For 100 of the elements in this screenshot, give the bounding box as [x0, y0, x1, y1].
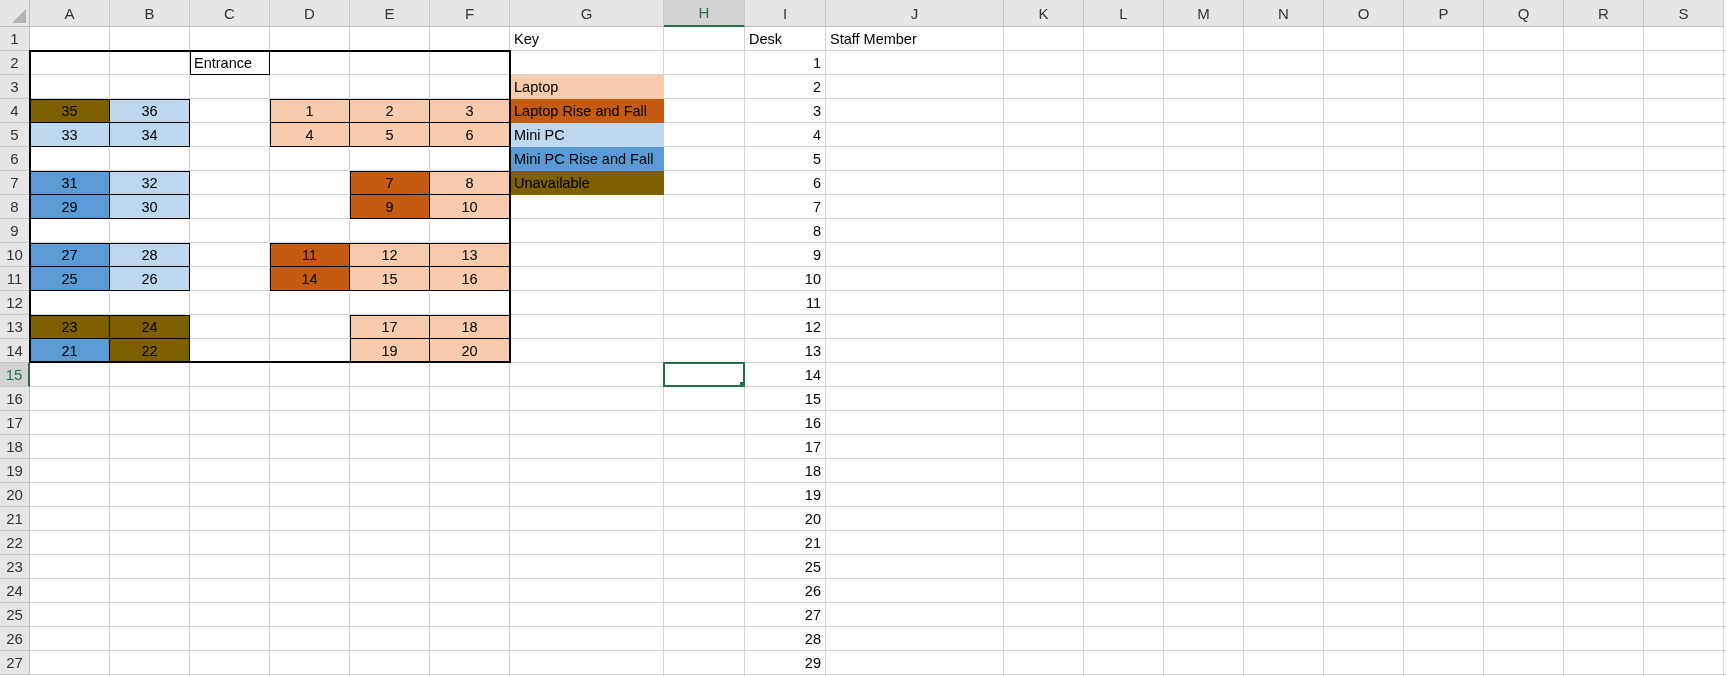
row-header[interactable]: 26	[0, 627, 30, 651]
desk-cell: 10	[430, 195, 510, 219]
desk-cell: 24	[110, 315, 190, 339]
active-cell[interactable]	[663, 362, 745, 387]
column-header[interactable]: P	[1404, 0, 1484, 27]
row-header[interactable]: 23	[0, 555, 30, 579]
table-cell-text: 7	[811, 197, 822, 217]
row-header[interactable]: 9	[0, 219, 30, 243]
column-header[interactable]: I	[745, 0, 826, 27]
desk-cell: 1	[270, 99, 350, 123]
desk-cell: 13	[430, 243, 510, 267]
desk-cell: 32	[110, 171, 190, 195]
row-header[interactable]: 21	[0, 507, 30, 531]
key-item: Mini PC	[510, 123, 664, 147]
row-header[interactable]: 5	[0, 123, 30, 147]
row-header[interactable]: 17	[0, 411, 30, 435]
row-header[interactable]: 15	[0, 363, 30, 387]
desk-cell: 30	[110, 195, 190, 219]
row-header[interactable]: 7	[0, 171, 30, 195]
desk-cell: 27	[30, 243, 110, 267]
row-header[interactable]: 22	[0, 531, 30, 555]
table-cell-text: 6	[811, 173, 822, 193]
column-header[interactable]: B	[110, 0, 190, 27]
table-cell-text: 4	[811, 125, 822, 145]
column-header[interactable]: G	[510, 0, 664, 27]
table-cell-text: Desk	[748, 29, 784, 49]
row-header[interactable]: 10	[0, 243, 30, 267]
column-header[interactable]: M	[1164, 0, 1244, 27]
key-item: Mini PC Rise and Fall	[510, 147, 664, 171]
row-header[interactable]: 12	[0, 291, 30, 315]
desk-cell: 15	[350, 267, 430, 291]
desk-cell: 25	[30, 267, 110, 291]
row-header[interactable]: 4	[0, 99, 30, 123]
row-header[interactable]: 14	[0, 339, 30, 363]
table-cell-text: 18	[803, 461, 822, 481]
desk-cell: 14	[270, 267, 350, 291]
row-header[interactable]: 2	[0, 51, 30, 75]
column-header[interactable]: R	[1564, 0, 1644, 27]
desk-cell: 11	[270, 243, 350, 267]
column-header[interactable]: C	[190, 0, 270, 27]
desk-cell: 23	[30, 315, 110, 339]
desk-cell: 33	[30, 123, 110, 147]
row-header[interactable]: 20	[0, 483, 30, 507]
table-cell-text: 3	[811, 101, 822, 121]
key-item: Unavailable	[510, 171, 664, 195]
table-cell-text: 13	[803, 341, 822, 361]
desk-cell: 7	[350, 171, 430, 195]
column-header[interactable]: J	[826, 0, 1004, 27]
table-cell-text: 28	[803, 629, 822, 649]
table-cell-text: Key	[513, 29, 540, 49]
table-cell-text: 21	[803, 533, 822, 553]
table-cell-text: 12	[803, 317, 822, 337]
column-header[interactable]: F	[430, 0, 510, 27]
desk-cell: 34	[110, 123, 190, 147]
column-header[interactable]: E	[350, 0, 430, 27]
desk-cell: 3	[430, 99, 510, 123]
column-header[interactable]: A	[30, 0, 110, 27]
column-header[interactable]: K	[1004, 0, 1084, 27]
desk-cell: 17	[350, 315, 430, 339]
table-cell-text: 16	[803, 413, 822, 433]
row-header[interactable]: 16	[0, 387, 30, 411]
column-header[interactable]: Q	[1484, 0, 1564, 27]
row-header[interactable]: 6	[0, 147, 30, 171]
table-cell-text: 29	[803, 653, 822, 673]
desk-cell: 12	[350, 243, 430, 267]
desk-cell: 16	[430, 267, 510, 291]
desk-cell: 36	[110, 99, 190, 123]
desk-cell: 28	[110, 243, 190, 267]
column-header[interactable]: O	[1324, 0, 1404, 27]
column-header[interactable]: H	[664, 0, 745, 27]
table-cell-text: 20	[803, 509, 822, 529]
table-cell-text: 15	[803, 389, 822, 409]
desk-cell: 18	[430, 315, 510, 339]
column-header[interactable]: D	[270, 0, 350, 27]
column-header[interactable]: N	[1244, 0, 1324, 27]
entrance-label: Entrance	[190, 51, 270, 75]
desk-cell: 31	[30, 171, 110, 195]
table-cell-text: 1	[811, 53, 822, 73]
table-cell-text: 5	[811, 149, 822, 169]
row-header[interactable]: 1	[0, 27, 30, 51]
row-header[interactable]: 11	[0, 267, 30, 291]
row-header[interactable]: 27	[0, 651, 30, 675]
column-header[interactable]: L	[1084, 0, 1164, 27]
table-cell-text: 17	[803, 437, 822, 457]
desk-cell: 8	[430, 171, 510, 195]
table-cell-text: 26	[803, 581, 822, 601]
row-header[interactable]: 13	[0, 315, 30, 339]
table-cell-text: 2	[811, 77, 822, 97]
row-header[interactable]: 8	[0, 195, 30, 219]
table-cell-text: 8	[811, 221, 822, 241]
table-cell-text: 19	[803, 485, 822, 505]
row-header[interactable]: 3	[0, 75, 30, 99]
desk-cell: 29	[30, 195, 110, 219]
row-header[interactable]: 18	[0, 435, 30, 459]
row-header[interactable]: 19	[0, 459, 30, 483]
table-cell-text: 27	[803, 605, 822, 625]
row-header[interactable]: 25	[0, 603, 30, 627]
desk-cell: 35	[30, 99, 110, 123]
row-header[interactable]: 24	[0, 579, 30, 603]
column-header[interactable]: S	[1644, 0, 1724, 27]
